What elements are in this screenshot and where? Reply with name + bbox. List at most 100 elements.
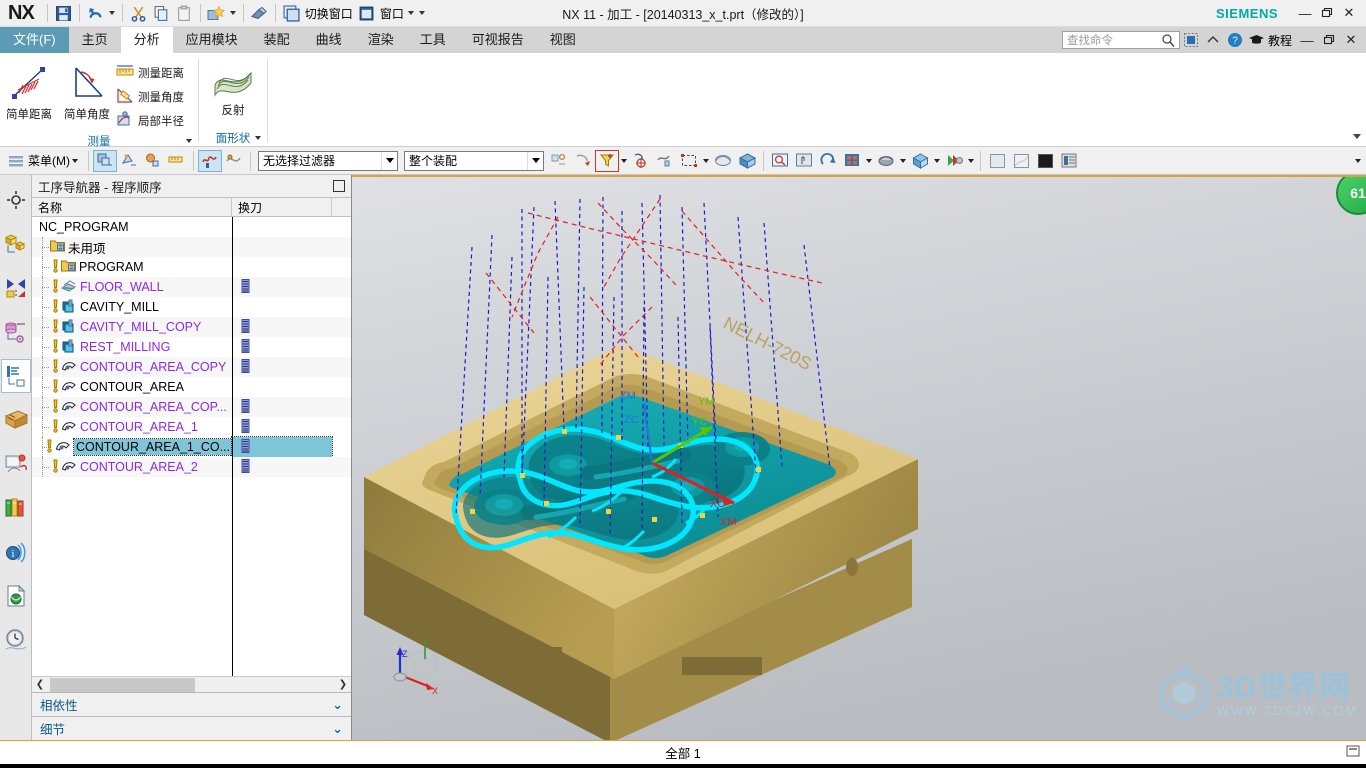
rotate-icon[interactable] — [816, 150, 840, 172]
color-display-dropdown-arrow[interactable] — [966, 150, 976, 172]
select-general-icon[interactable] — [93, 149, 117, 172]
select-feature-icon[interactable] — [117, 150, 141, 172]
point-constructor-icon[interactable] — [629, 150, 653, 172]
snap-arc-center-icon[interactable] — [571, 150, 595, 172]
internet-explorer-icon[interactable] — [1, 579, 31, 613]
local-radius-button[interactable]: 局部半径 — [116, 109, 190, 133]
copy-icon[interactable] — [150, 2, 173, 24]
history-library-icon[interactable] — [1, 491, 31, 525]
simple-distance-button[interactable]: 简单距离 — [0, 57, 58, 122]
machining-feature-icon[interactable] — [1, 315, 31, 349]
operation-navigator-icon[interactable] — [0, 359, 31, 393]
tab-file[interactable]: 文件(F) — [0, 27, 69, 53]
paste-icon[interactable] — [173, 2, 196, 24]
window-icon[interactable] — [355, 2, 378, 24]
save-icon[interactable] — [52, 2, 75, 24]
measure-distance-button[interactable]: 测量距离 — [116, 61, 190, 85]
eraser-icon[interactable] — [248, 2, 271, 24]
selection-scope-combo[interactable]: 整个装配 — [404, 150, 544, 171]
tutorial-label[interactable]: 教程 — [1268, 32, 1292, 49]
simple-angle-button[interactable]: 简单角度 — [58, 57, 116, 122]
column-header-toolchange[interactable]: 换刀 — [232, 198, 332, 216]
background1-icon[interactable] — [985, 150, 1009, 172]
scroll-track[interactable] — [48, 677, 335, 692]
background2-icon[interactable] — [1009, 150, 1033, 172]
table-row[interactable]: CONTOUR_AREA_2 — [32, 457, 351, 477]
table-row[interactable]: 未用项 — [32, 237, 351, 257]
row-name-cell[interactable]: CAVITY_MILL_COPY — [32, 317, 232, 337]
row-name-cell[interactable]: CAVITY_MILL — [32, 297, 232, 317]
chevron-down-icon[interactable]: ⌄ — [332, 721, 343, 737]
table-row[interactable]: CAVITY_MILL — [32, 297, 351, 317]
undo-icon[interactable] — [84, 2, 107, 24]
window-mode-icon[interactable] — [1180, 29, 1202, 51]
tab-assembly[interactable]: 装配 — [251, 27, 303, 53]
selection-bar-overflow-arrow[interactable] — [1353, 150, 1363, 172]
reflection-button[interactable]: 反射 — [204, 57, 262, 118]
table-row[interactable]: CONTOUR_AREA_COPY — [32, 357, 351, 377]
select-edge-icon[interactable] — [165, 150, 189, 172]
snap-point-icon[interactable] — [547, 150, 571, 172]
graduation-cap-icon[interactable] — [1246, 29, 1268, 51]
dependencies-panel-header[interactable]: 相依性 ⌄ — [32, 692, 351, 716]
menu-dropdown-arrow[interactable] — [70, 150, 80, 172]
select-face-icon[interactable] — [141, 150, 165, 172]
color-display-icon[interactable] — [942, 150, 966, 172]
tab-analysis[interactable]: 分析 — [120, 27, 173, 53]
row-name-cell[interactable]: FLOOR_WALL — [32, 277, 232, 297]
chevron-down-icon[interactable] — [381, 151, 397, 170]
row-name-cell[interactable]: NC_PROGRAM — [32, 217, 232, 237]
ribbon-overflow-arrow[interactable] — [1352, 130, 1362, 144]
history-icon[interactable] — [1, 623, 31, 657]
scroll-left-arrow[interactable]: ❮ — [32, 677, 48, 693]
view-orient-icon[interactable] — [735, 150, 759, 172]
scroll-right-arrow[interactable]: ❯ — [335, 677, 351, 693]
restore-button[interactable] — [1316, 2, 1338, 24]
chevron-down-icon[interactable]: ⌄ — [332, 697, 343, 713]
favorites-icon[interactable] — [205, 2, 228, 24]
row-name-cell[interactable]: PROGRAM — [32, 257, 232, 277]
ribbon-minimize-button[interactable]: — — [1296, 29, 1318, 51]
window-dropdown-arrow[interactable] — [406, 2, 417, 24]
table-row[interactable]: CONTOUR_AREA — [32, 377, 351, 397]
close-button[interactable]: ✕ — [1338, 2, 1360, 24]
row-name-cell[interactable]: CONTOUR_AREA_COP... — [32, 397, 232, 417]
table-row[interactable]: REST_MILLING — [32, 337, 351, 357]
row-name-cell[interactable]: CONTOUR_AREA — [32, 377, 232, 397]
row-name-cell[interactable]: CONTOUR_AREA_1 — [32, 417, 232, 437]
favorites-dropdown-arrow[interactable] — [228, 2, 239, 24]
background3-icon[interactable] — [1033, 150, 1057, 172]
tab-curve[interactable]: 曲线 — [303, 27, 355, 53]
row-name-cell[interactable]: CONTOUR_AREA_1_CO... — [32, 437, 232, 457]
web-browser-icon[interactable] — [1, 447, 31, 481]
zoom-window-icon[interactable] — [768, 150, 792, 172]
table-row[interactable]: CONTOUR_AREA_COP... — [32, 397, 351, 417]
window-label[interactable]: 窗口 — [378, 5, 406, 22]
cut-icon[interactable] — [127, 2, 150, 24]
render-style-dropdown-arrow[interactable] — [932, 150, 942, 172]
ribbon-close-button[interactable]: ✕ — [1340, 29, 1362, 51]
fit-view-dropdown-arrow[interactable] — [864, 150, 874, 172]
help-icon[interactable]: ? — [1224, 29, 1246, 51]
table-row[interactable]: NC_PROGRAM — [32, 217, 351, 237]
layer-settings-icon[interactable] — [1057, 150, 1081, 172]
row-name-cell[interactable]: CONTOUR_AREA_COPY — [32, 357, 232, 377]
menu-button[interactable]: 菜单(M) — [3, 150, 84, 172]
search-icon[interactable] — [1161, 33, 1176, 51]
qat-more-arrow[interactable] — [417, 2, 428, 24]
show-hide-icon[interactable] — [711, 150, 735, 172]
face-shape-group-dropdown-icon[interactable] — [255, 136, 261, 140]
tab-visual-report[interactable]: 可视报告 — [459, 27, 537, 53]
move-object-icon[interactable] — [653, 150, 677, 172]
details-panel-header[interactable]: 细节 ⌄ — [32, 716, 351, 740]
switch-window-icon[interactable] — [280, 2, 303, 24]
row-name-cell[interactable]: 未用项 — [32, 237, 232, 257]
measure-angle-button[interactable]: 测量角度 — [116, 85, 190, 109]
scroll-thumb[interactable] — [50, 677, 195, 692]
pan-icon[interactable] — [792, 150, 816, 172]
orientation-triad[interactable]: Z X Y — [384, 637, 444, 698]
reuse-library-icon[interactable] — [1, 403, 31, 437]
cad-model-render[interactable]: YC XC ZC XM YM ZM NELH-720S — [352, 177, 1366, 740]
stop-at-intersection-icon[interactable] — [222, 150, 246, 172]
undo-dropdown-arrow[interactable] — [107, 2, 118, 24]
